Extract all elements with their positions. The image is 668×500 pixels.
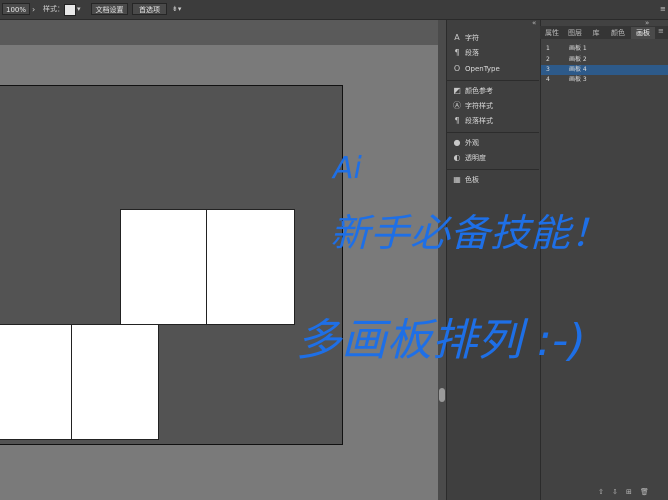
tab-properties[interactable]: 属性 bbox=[541, 27, 563, 39]
transparency-icon: ◐ bbox=[453, 153, 461, 162]
divider bbox=[446, 169, 539, 170]
artboard[interactable] bbox=[0, 324, 72, 440]
character-icon: A bbox=[454, 33, 460, 42]
align-icon[interactable]: ⇟▾ bbox=[172, 0, 181, 19]
artboard[interactable] bbox=[71, 324, 159, 440]
panel-item-color-guide[interactable]: ◩ 颜色参考 bbox=[452, 84, 493, 98]
panel-item-opentype[interactable]: O OpenType bbox=[452, 62, 500, 76]
zoom-field[interactable]: 100% bbox=[2, 3, 30, 15]
artboard-row[interactable]: 1 画板 1 bbox=[541, 44, 668, 54]
panel-item-paragraph-styles[interactable]: ¶ 段落样式 bbox=[452, 114, 493, 128]
tab-artboards[interactable]: 画板 bbox=[631, 27, 655, 39]
panel-menu-icon[interactable]: ≡ bbox=[658, 27, 664, 35]
panel-item-character[interactable]: A 字符 bbox=[452, 31, 479, 45]
panel-item-paragraph[interactable]: ¶ 段落 bbox=[452, 46, 479, 60]
swatches-icon: ▦ bbox=[453, 175, 461, 184]
document-setup-button[interactable]: 文档设置 bbox=[91, 3, 128, 15]
panel-menu-icon[interactable]: ≡ bbox=[660, 0, 666, 19]
artboard-row[interactable]: 4 画板 3 bbox=[541, 75, 668, 85]
artboards-panel bbox=[540, 20, 668, 500]
artboard[interactable] bbox=[206, 209, 295, 325]
style-label: 样式： bbox=[43, 5, 64, 13]
paragraph-styles-icon: ¶ bbox=[454, 116, 460, 125]
color-guide-icon: ◩ bbox=[453, 86, 461, 95]
divider bbox=[446, 132, 539, 133]
artboard-row-selected[interactable]: 3 画板 4 bbox=[541, 65, 668, 75]
collapse-icon[interactable]: « bbox=[532, 19, 536, 27]
style-swatch[interactable] bbox=[64, 4, 76, 16]
control-bar: 100% › 样式： ▾ 文档设置 首选项 ⇟▾ ≡ bbox=[0, 0, 668, 20]
move-up-icon[interactable]: ⇧ bbox=[598, 488, 604, 496]
paragraph-icon: ¶ bbox=[454, 48, 460, 57]
delete-icon[interactable]: 🗑 bbox=[640, 488, 649, 496]
divider bbox=[446, 80, 539, 81]
character-styles-icon: Ⓐ bbox=[453, 101, 461, 110]
panel-item-character-styles[interactable]: Ⓐ 字符样式 bbox=[452, 99, 493, 113]
scrollbar-thumb[interactable] bbox=[439, 388, 445, 402]
tab-libraries[interactable]: 库 bbox=[587, 27, 605, 39]
document-area[interactable] bbox=[0, 85, 343, 445]
tab-color[interactable]: 颜色 bbox=[606, 27, 630, 39]
panel-item-transparency[interactable]: ◐ 透明度 bbox=[452, 151, 487, 165]
preferences-button[interactable]: 首选项 bbox=[132, 3, 167, 15]
move-down-icon[interactable]: ⇩ bbox=[612, 488, 618, 496]
new-artboard-icon[interactable]: ⊞ bbox=[626, 488, 632, 496]
artboard[interactable] bbox=[120, 209, 207, 325]
tab-layers[interactable]: 图层 bbox=[564, 27, 586, 39]
chevron-down-icon[interactable]: ▾ bbox=[77, 0, 81, 19]
appearance-icon: ● bbox=[453, 138, 461, 147]
opentype-icon: O bbox=[453, 64, 461, 73]
artboard-row[interactable]: 2 画板 2 bbox=[541, 55, 668, 65]
panel-item-swatches[interactable]: ▦ 色板 bbox=[452, 173, 479, 187]
vertical-scrollbar[interactable] bbox=[438, 20, 446, 500]
chevron-right-icon[interactable]: › bbox=[32, 0, 35, 19]
panel-item-appearance[interactable]: ● 外观 bbox=[452, 136, 480, 150]
